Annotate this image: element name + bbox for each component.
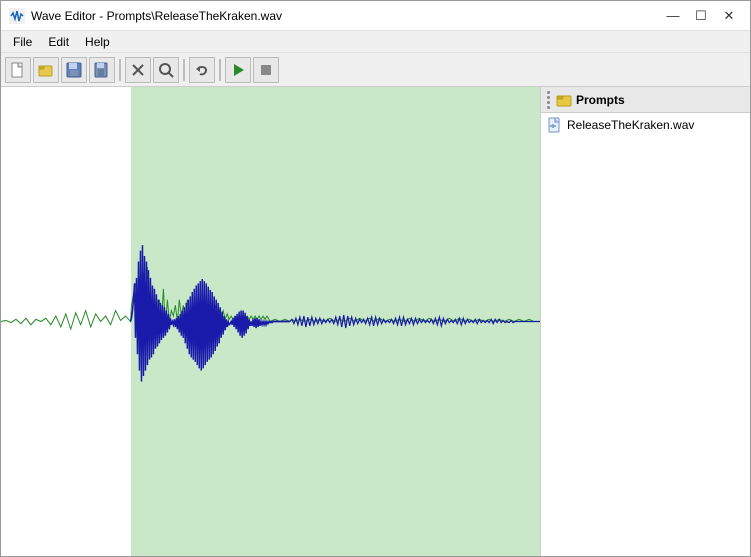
maximize-button[interactable]: ☐ — [688, 6, 714, 26]
panel-header: Prompts — [541, 87, 750, 113]
menu-bar: File Edit Help — [1, 31, 750, 53]
save-button[interactable] — [61, 57, 87, 83]
open-button[interactable] — [33, 57, 59, 83]
title-bar-left: Wave Editor - Prompts\ReleaseTheKraken.w… — [9, 8, 282, 24]
magnify-button[interactable] — [153, 57, 179, 83]
undo-icon — [194, 62, 210, 78]
waveform-area[interactable] — [1, 87, 540, 556]
waveform-svg — [1, 87, 540, 556]
stop-button[interactable] — [253, 57, 279, 83]
file-panel: Prompts ReleaseTheKraken.wav — [540, 87, 750, 556]
zoom-icon — [158, 62, 174, 78]
toolbar-separator-2 — [183, 59, 185, 81]
save-as-button[interactable] — [89, 57, 115, 83]
new-button[interactable] — [5, 57, 31, 83]
minimize-button[interactable]: — — [660, 6, 686, 26]
toolbar-separator-3 — [219, 59, 221, 81]
content-area: Prompts ReleaseTheKraken.wav — [1, 87, 750, 556]
window-title: Wave Editor - Prompts\ReleaseTheKraken.w… — [31, 9, 282, 23]
file-item-label: ReleaseTheKraken.wav — [567, 118, 694, 132]
main-window: Wave Editor - Prompts\ReleaseTheKraken.w… — [0, 0, 751, 557]
menu-help[interactable]: Help — [77, 33, 118, 51]
folder-icon — [556, 92, 572, 108]
open-icon — [38, 62, 54, 78]
save-icon — [66, 62, 82, 78]
file-item-release-the-kraken[interactable]: ReleaseTheKraken.wav — [541, 113, 750, 137]
save-as-icon — [94, 62, 110, 78]
new-icon — [10, 62, 26, 78]
undo-button[interactable] — [189, 57, 215, 83]
toolbar-separator-1 — [119, 59, 121, 81]
toolbar — [1, 53, 750, 87]
stop-icon — [258, 62, 274, 78]
cut-button[interactable] — [125, 57, 151, 83]
title-bar: Wave Editor - Prompts\ReleaseTheKraken.w… — [1, 1, 750, 31]
title-bar-controls: — ☐ ✕ — [660, 6, 742, 26]
menu-edit[interactable]: Edit — [40, 33, 77, 51]
audio-file-icon — [547, 117, 563, 133]
close-button[interactable]: ✕ — [716, 6, 742, 26]
app-icon — [9, 8, 25, 24]
play-icon — [230, 62, 246, 78]
menu-file[interactable]: File — [5, 33, 40, 51]
play-button[interactable] — [225, 57, 251, 83]
panel-title: Prompts — [576, 93, 625, 107]
cut-icon — [130, 62, 146, 78]
panel-drag-handle[interactable] — [545, 91, 552, 109]
